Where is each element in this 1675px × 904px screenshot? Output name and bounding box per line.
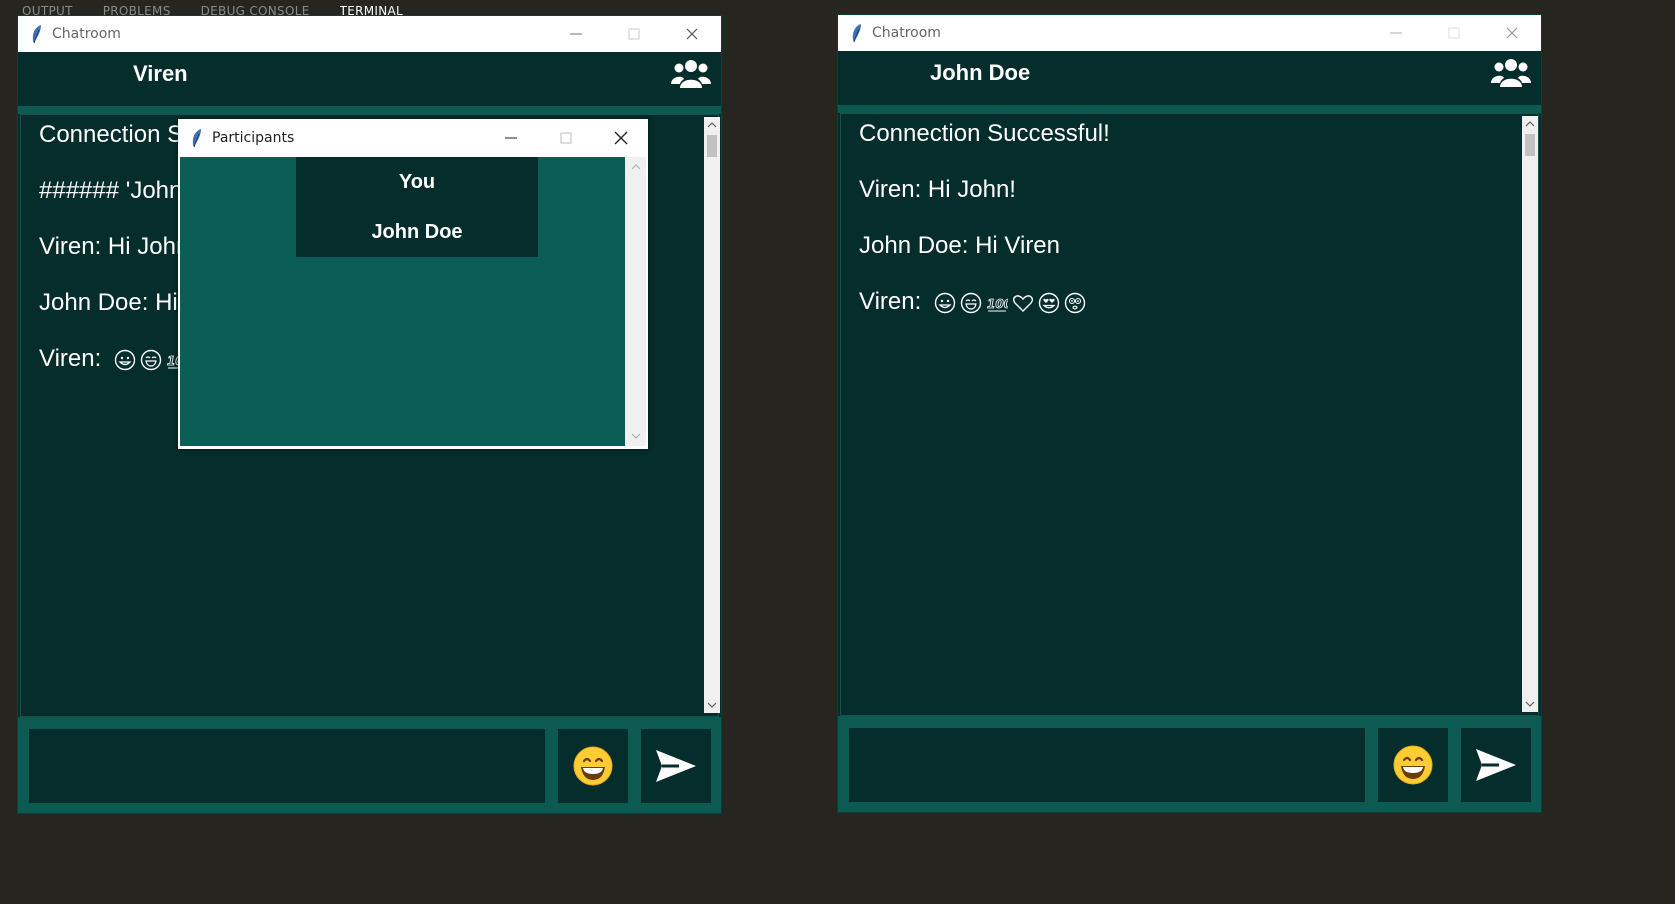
header-divider xyxy=(838,105,1541,113)
window-titlebar[interactable]: Chatroom xyxy=(18,16,721,52)
chat-message: Connection S xyxy=(39,121,184,148)
svg-text:100: 100 xyxy=(987,297,1008,311)
close-button[interactable] xyxy=(1483,15,1541,51)
maximize-button[interactable] xyxy=(1425,15,1483,51)
participants-icon[interactable] xyxy=(1491,55,1531,91)
chat-message-emojis: Viren: 100 xyxy=(859,288,1086,316)
maximize-button[interactable] xyxy=(605,16,663,52)
maximize-icon xyxy=(1448,27,1460,39)
emoji-button[interactable] xyxy=(1378,728,1448,802)
scroll-up-button[interactable] xyxy=(1522,116,1538,132)
heart-eyes-icon xyxy=(1038,292,1060,313)
feather-icon xyxy=(852,24,861,43)
chat-header: John Doe xyxy=(838,51,1541,105)
participants-icon[interactable] xyxy=(671,56,711,92)
chat-scrollbar[interactable] xyxy=(1522,116,1538,712)
chat-message: Connection Successful! xyxy=(859,120,1110,147)
send-button[interactable] xyxy=(1461,728,1531,802)
participants-window: Participants You John Doe xyxy=(178,119,648,449)
flushed-face-icon xyxy=(1064,292,1086,313)
scroll-up-button[interactable] xyxy=(625,159,646,175)
message-input[interactable] xyxy=(29,729,545,803)
window-titlebar[interactable]: Participants xyxy=(178,119,648,157)
chat-message: Viren: Hi John xyxy=(39,233,190,260)
chat-message: Viren: Hi John! xyxy=(859,176,1016,203)
window-title: Chatroom xyxy=(872,25,941,41)
grinning-emoji-icon xyxy=(573,746,613,786)
close-icon xyxy=(614,131,627,145)
hundred-points-icon: 100 xyxy=(987,296,1008,312)
participant-item[interactable]: John Doe xyxy=(296,207,538,257)
scroll-down-button[interactable] xyxy=(704,697,720,713)
chevron-down-icon xyxy=(707,702,717,708)
grinning-face-icon xyxy=(114,349,136,370)
chat-message-text: Viren: xyxy=(39,345,102,372)
window-title: Participants xyxy=(212,130,295,146)
close-button[interactable] xyxy=(663,16,721,52)
minimize-icon xyxy=(504,137,517,139)
participants-list: You John Doe xyxy=(296,157,538,257)
header-divider xyxy=(18,106,721,114)
message-input[interactable] xyxy=(849,728,1365,802)
chat-message-text: Viren: xyxy=(859,288,922,315)
feather-icon xyxy=(192,129,201,148)
heart-icon xyxy=(1012,294,1034,312)
scroll-up-button[interactable] xyxy=(704,117,720,133)
maximize-icon xyxy=(628,28,640,40)
grinning-squint-icon xyxy=(140,349,162,370)
chevron-down-icon xyxy=(631,433,640,439)
minimize-button[interactable] xyxy=(1367,15,1425,51)
scroll-thumb[interactable] xyxy=(1525,134,1535,156)
chat-message: ###### 'John xyxy=(39,177,183,204)
chevron-up-icon xyxy=(631,164,640,170)
scroll-thumb[interactable] xyxy=(707,135,717,157)
composer-bar xyxy=(18,717,721,813)
grinning-emoji-icon xyxy=(1393,745,1433,785)
chat-message: John Doe: Hi Viren xyxy=(859,232,1060,259)
send-button[interactable] xyxy=(641,729,711,803)
grinning-face-icon xyxy=(934,292,956,313)
username-label: John Doe xyxy=(930,60,1031,85)
grinning-squint-icon xyxy=(960,292,982,313)
chevron-down-icon xyxy=(1525,701,1535,707)
participants-list-area: You John Doe xyxy=(180,157,625,446)
emoji-button[interactable] xyxy=(558,729,628,803)
maximize-button[interactable] xyxy=(538,119,593,157)
chat-message-area[interactable]: Connection Successful! Viren: Hi John! J… xyxy=(840,113,1539,716)
scroll-down-button[interactable] xyxy=(1522,696,1538,712)
close-icon xyxy=(1506,27,1518,39)
feather-icon xyxy=(32,25,41,44)
chat-header: Viren xyxy=(18,52,721,106)
window-titlebar[interactable]: Chatroom xyxy=(838,15,1541,51)
participants-scrollbar[interactable] xyxy=(625,157,646,446)
minimize-icon xyxy=(1390,32,1402,34)
close-icon xyxy=(686,28,698,40)
minimize-button[interactable] xyxy=(483,119,538,157)
username-label: Viren xyxy=(133,61,188,86)
send-icon xyxy=(656,750,696,782)
scroll-down-button[interactable] xyxy=(625,428,646,444)
chatroom-window-john-doe: Chatroom John Doe Connection Successful!… xyxy=(838,15,1541,812)
chat-message-emojis: Viren: 100 xyxy=(39,345,188,373)
minimize-button[interactable] xyxy=(547,16,605,52)
chat-message: John Doe: Hi xyxy=(39,289,178,316)
window-title: Chatroom xyxy=(52,26,121,42)
send-icon xyxy=(1476,749,1516,781)
chevron-up-icon xyxy=(1525,121,1535,127)
composer-bar xyxy=(838,716,1541,812)
close-button[interactable] xyxy=(593,119,648,157)
chevron-up-icon xyxy=(707,122,717,128)
participant-item[interactable]: You xyxy=(296,157,538,207)
minimize-icon xyxy=(570,33,582,35)
maximize-icon xyxy=(560,132,571,144)
chat-scrollbar[interactable] xyxy=(704,117,720,713)
